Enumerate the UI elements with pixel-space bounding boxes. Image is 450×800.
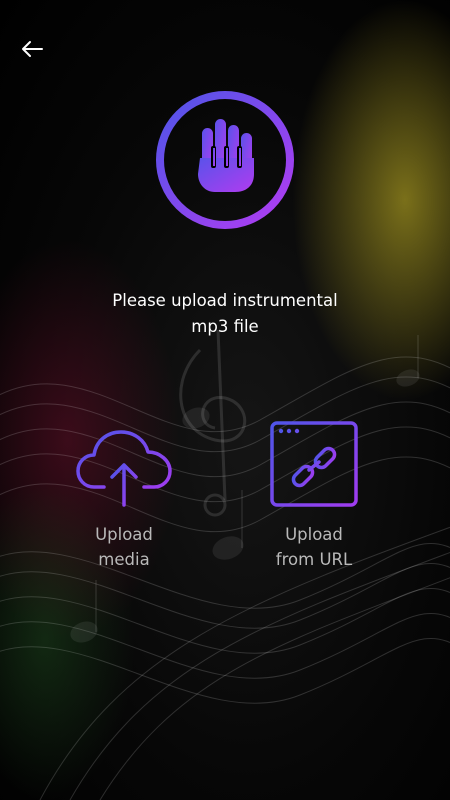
back-button[interactable] [14, 34, 50, 64]
upload-url-icon-wrap [239, 418, 389, 510]
prompt-line-1: Please upload instrumental [112, 291, 338, 310]
upload-screen: Please upload instrumental mp3 file Uplo… [0, 0, 450, 800]
browser-link-icon [270, 421, 358, 507]
upload-media-label-line-2: media [98, 550, 150, 569]
upload-url-label-line-2: from URL [275, 550, 353, 569]
arrow-left-icon [22, 41, 43, 57]
upload-from-url-button[interactable]: Upload from URL [239, 418, 389, 572]
upload-media-label: Upload media [49, 522, 199, 572]
upload-media-button[interactable]: Upload media [49, 418, 199, 572]
upload-url-label-line-1: Upload [285, 525, 343, 544]
upload-prompt: Please upload instrumental mp3 file [0, 288, 450, 340]
upload-media-label-line-1: Upload [95, 525, 153, 544]
cloud-upload-icon [76, 430, 172, 507]
upload-url-label: Upload from URL [239, 522, 389, 572]
hand-piano-logo-icon [156, 91, 294, 229]
prompt-line-2: mp3 file [191, 317, 259, 336]
upload-media-icon-wrap [49, 418, 199, 510]
